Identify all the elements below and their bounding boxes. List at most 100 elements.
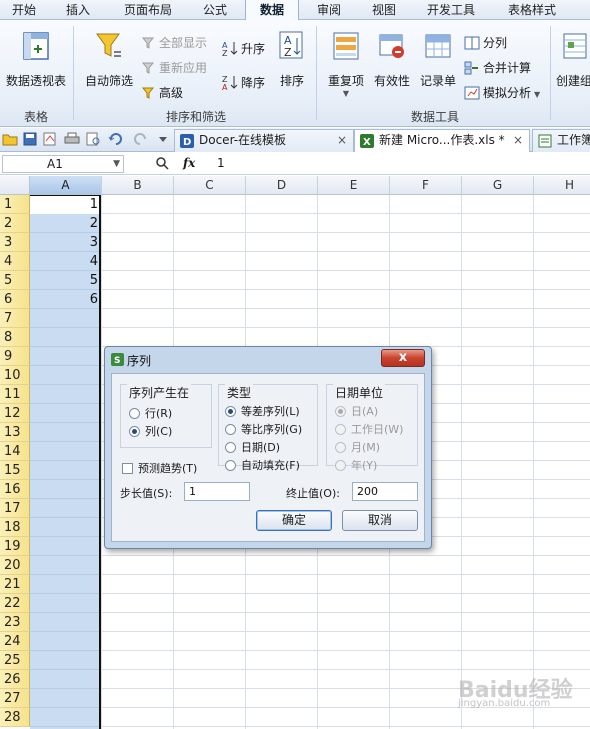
- row-header[interactable]: 25: [0, 651, 30, 670]
- close-icon[interactable]: ×: [513, 130, 523, 151]
- row-header[interactable]: 21: [0, 575, 30, 594]
- cell-value[interactable]: 5: [30, 271, 98, 290]
- column-header-d[interactable]: D: [246, 176, 318, 195]
- name-box[interactable]: A1 ▼: [2, 155, 124, 173]
- radio-autofill[interactable]: 自动填充(F): [225, 457, 300, 473]
- stop-value-input[interactable]: 200: [352, 482, 418, 501]
- tab-table-style[interactable]: 表格样式: [496, 1, 568, 20]
- row-header[interactable]: 28: [0, 708, 30, 727]
- advanced-filter-button[interactable]: 高级: [141, 84, 183, 101]
- tab-developer[interactable]: 开发工具: [418, 1, 484, 20]
- close-icon[interactable]: x: [381, 349, 425, 367]
- row-header[interactable]: 17: [0, 499, 30, 518]
- row-header[interactable]: 18: [0, 518, 30, 537]
- redo-icon[interactable]: [132, 132, 148, 146]
- radio-rows[interactable]: 行(R): [129, 405, 172, 421]
- row-header[interactable]: 10: [0, 366, 30, 385]
- cell-value[interactable]: 6: [30, 290, 98, 309]
- save-icon[interactable]: [22, 132, 38, 146]
- row-header[interactable]: 15: [0, 461, 30, 480]
- consolidate-button[interactable]: 合并计算: [464, 59, 531, 76]
- column-header-a[interactable]: A: [30, 176, 102, 195]
- row-header[interactable]: 8: [0, 328, 30, 347]
- quick-access-dropdown-icon[interactable]: [156, 132, 170, 146]
- column-header-g[interactable]: G: [462, 176, 534, 195]
- row-header[interactable]: 16: [0, 480, 30, 499]
- tab-page-layout[interactable]: 页面布局: [116, 1, 180, 20]
- row-header[interactable]: 12: [0, 404, 30, 423]
- row-header[interactable]: 11: [0, 385, 30, 404]
- radio-linear[interactable]: 等差序列(L): [225, 403, 300, 419]
- radio-year[interactable]: 年(Y): [335, 457, 377, 473]
- print-icon[interactable]: [63, 132, 81, 146]
- row-header[interactable]: 3: [0, 233, 30, 252]
- column-header-h[interactable]: H: [534, 176, 590, 195]
- validity-button[interactable]: 有效性: [370, 30, 414, 89]
- radio-date[interactable]: 日期(D): [225, 439, 280, 455]
- sort-ascending-button[interactable]: A Z 升序: [222, 40, 265, 58]
- zoom-formula-icon[interactable]: [155, 156, 169, 170]
- radio-columns[interactable]: 列(C): [129, 423, 172, 439]
- doc-tab-workbook[interactable]: X 新建 Micro...作表.xls * ×: [354, 129, 530, 152]
- cancel-button[interactable]: 取消: [342, 510, 418, 531]
- doc-tab-docer[interactable]: D Docer-在线模板 ×: [174, 129, 354, 152]
- insert-function-icon[interactable]: fx: [183, 156, 195, 170]
- autofilter-button[interactable]: 自动筛选: [80, 30, 138, 89]
- export-pdf-icon[interactable]: [42, 132, 58, 146]
- cell-value[interactable]: 2: [30, 214, 98, 233]
- row-header[interactable]: 4: [0, 252, 30, 271]
- duplicates-button[interactable]: 重复项 ▼: [324, 30, 368, 98]
- sort-descending-button[interactable]: Z A 降序: [222, 74, 265, 92]
- column-header-c[interactable]: C: [174, 176, 246, 195]
- record-form-button[interactable]: 记录单: [416, 30, 460, 89]
- tab-data[interactable]: 数据: [245, 0, 299, 21]
- tab-home[interactable]: 开始: [4, 1, 44, 20]
- radio-month[interactable]: 月(M): [335, 439, 380, 455]
- create-group-button[interactable]: 创建组: [556, 30, 590, 89]
- text-to-columns-button[interactable]: 分列: [464, 34, 507, 51]
- tab-view[interactable]: 视图: [362, 1, 406, 20]
- row-header[interactable]: 13: [0, 423, 30, 442]
- cell-value[interactable]: 1: [30, 195, 98, 214]
- row-header[interactable]: 24: [0, 632, 30, 651]
- row-header[interactable]: 26: [0, 670, 30, 689]
- reapply-button[interactable]: 重新应用: [141, 59, 207, 76]
- tab-formulas[interactable]: 公式: [192, 1, 238, 20]
- row-header[interactable]: 14: [0, 442, 30, 461]
- row-header[interactable]: 23: [0, 613, 30, 632]
- row-header[interactable]: 5: [0, 271, 30, 290]
- formula-input[interactable]: 1: [217, 156, 225, 170]
- radio-day[interactable]: 日(A): [335, 403, 378, 419]
- radio-weekday[interactable]: 工作日(W): [335, 421, 403, 437]
- tab-insert[interactable]: 插入: [54, 1, 102, 20]
- step-value-input[interactable]: 1: [184, 482, 250, 501]
- column-header-e[interactable]: E: [318, 176, 390, 195]
- cell-value[interactable]: 3: [30, 233, 98, 252]
- sort-button[interactable]: A Z 排序: [274, 30, 310, 89]
- radio-growth[interactable]: 等比序列(G): [225, 421, 302, 437]
- column-header-f[interactable]: F: [390, 176, 462, 195]
- row-header[interactable]: 6: [0, 290, 30, 309]
- chevron-down-icon[interactable]: ▼: [113, 156, 120, 172]
- undo-icon[interactable]: [108, 132, 124, 146]
- cell-value[interactable]: 4: [30, 252, 98, 271]
- row-header[interactable]: 20: [0, 556, 30, 575]
- row-header[interactable]: 22: [0, 594, 30, 613]
- row-header[interactable]: 19: [0, 537, 30, 556]
- row-header[interactable]: 9: [0, 347, 30, 366]
- pivot-table-button[interactable]: 数据透视表: [4, 30, 68, 89]
- trend-checkbox[interactable]: 预测趋势(T): [122, 460, 197, 476]
- row-header[interactable]: 7: [0, 309, 30, 328]
- print-preview-icon[interactable]: [85, 132, 101, 146]
- ok-button[interactable]: 确定: [256, 510, 332, 531]
- row-header[interactable]: 27: [0, 689, 30, 708]
- show-all-button[interactable]: 全部显示: [141, 34, 207, 51]
- tab-review[interactable]: 审阅: [306, 1, 352, 20]
- select-all-corner[interactable]: [0, 176, 30, 195]
- what-if-analysis-button[interactable]: 模拟分析 ▼: [464, 84, 540, 101]
- row-header[interactable]: 1: [0, 195, 30, 214]
- doc-tab-workbook-2[interactable]: 工作簿: [532, 129, 590, 152]
- row-header[interactable]: 2: [0, 214, 30, 233]
- open-folder-icon[interactable]: [2, 132, 18, 146]
- column-header-b[interactable]: B: [102, 176, 174, 195]
